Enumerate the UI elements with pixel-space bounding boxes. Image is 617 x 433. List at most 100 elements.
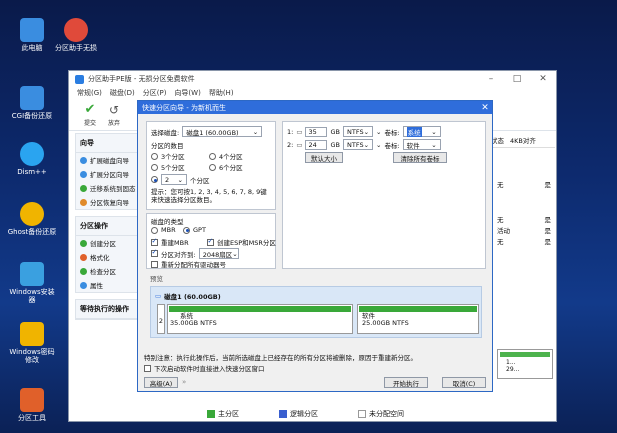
chevron-down-icon: ⌄: [431, 127, 437, 136]
opt-esp-msr[interactable]: 创建ESP和MSR分区: [207, 237, 276, 247]
minimize-icon[interactable]: –: [478, 74, 504, 84]
label-select-1[interactable]: 系统 ⌄: [402, 126, 441, 137]
discard-button[interactable]: ↺ 放弃: [107, 103, 121, 127]
type-mbr[interactable]: MBR: [151, 226, 176, 234]
count-5[interactable]: 5个分区: [151, 162, 185, 172]
fs-select-2[interactable]: NTFS ⌄: [342, 139, 373, 150]
desktop-icon-partition-assistant[interactable]: 分区助手无损: [50, 18, 102, 52]
count-6[interactable]: 6个分区: [209, 162, 243, 172]
cgi-icon: [20, 86, 44, 110]
radio-gpt[interactable]: [183, 226, 190, 234]
count-4[interactable]: 4个分区: [209, 151, 243, 161]
window-titlebar: 分区助手PE版 - 无损分区免费软件 – □ ✕: [69, 71, 556, 87]
checkbox-align[interactable]: [151, 248, 158, 257]
opt-align[interactable]: 分区对齐到: 2048扇区⌄: [151, 248, 239, 259]
mini-disk-line1: 1...: [506, 359, 516, 366]
desktop-icon-cgi[interactable]: CGI备份还原: [6, 86, 58, 120]
disk-select[interactable]: 磁盘1 (60.00GB) ⌄: [182, 126, 263, 137]
menu-general[interactable]: 常规(G): [77, 88, 102, 98]
partition-icon: [80, 170, 87, 178]
segment-system-bar: [169, 306, 351, 312]
check-icon: ✔: [84, 101, 96, 117]
desktop-icon-password[interactable]: Windows密码修改: [6, 322, 58, 364]
type-gpt[interactable]: GPT: [183, 226, 206, 234]
clear-labels-button[interactable]: 清除所有卷标: [393, 152, 447, 163]
desktop-icon-partition-tool[interactable]: 分区工具: [6, 388, 58, 422]
desktop-icon-windows-installer[interactable]: Windows安装器: [6, 262, 58, 304]
radio-custom[interactable]: [151, 176, 158, 183]
partition-row-2: 2: ▭ 24 GB NTFS ⌄ ⌄ 卷标: 软件 ⌄: [287, 139, 441, 150]
table-row[interactable]: 无是: [489, 178, 555, 189]
close-icon[interactable]: ✕: [530, 74, 556, 84]
cancel-button[interactable]: 取消(C): [442, 377, 486, 388]
desktop: 此电脑 分区助手无损 CGI备份还原 Dism++ Ghost备份还原 Wind…: [0, 0, 617, 433]
chevron-down-icon: ⌄: [363, 127, 370, 136]
tool-icon: [20, 388, 44, 412]
opt-reassign[interactable]: 重新分配所有驱动器号: [151, 259, 226, 269]
segment-system[interactable]: 系统 35.00GB NTFS: [167, 304, 353, 334]
fs-select-1[interactable]: NTFS ⌄: [342, 126, 373, 137]
table-row[interactable]: 无是: [489, 213, 555, 224]
checkbox-rebuild-mbr[interactable]: [151, 237, 158, 246]
dialog-close-icon[interactable]: ✕: [478, 103, 492, 113]
custom-count-select[interactable]: 2 ⌄: [161, 174, 187, 185]
menu-disk[interactable]: 磁盘(D): [110, 88, 135, 98]
default-size-button[interactable]: 默认大小: [305, 152, 343, 163]
preview-label: 预览: [150, 275, 163, 283]
recover-icon: [80, 198, 87, 206]
disk-preview-header: ▭ 磁盘1 (60.00GB): [155, 292, 221, 301]
checkbox-reassign[interactable]: [151, 260, 158, 268]
checkbox-auto-run[interactable]: [144, 364, 151, 372]
count-custom[interactable]: 2 ⌄ 个分区: [151, 174, 210, 185]
chevron-down-icon: ⌄: [232, 249, 238, 258]
size-input-2[interactable]: 24: [305, 139, 328, 150]
properties-icon: [80, 281, 87, 289]
menu-wizard[interactable]: 向导(W): [174, 88, 200, 98]
auto-run-option[interactable]: 下次启动软件时直接进入快速分区窗口: [144, 363, 265, 373]
drive-icon: ▭: [296, 127, 303, 136]
chevron-down-icon: ⌄: [375, 127, 382, 136]
menu-help[interactable]: 帮助(H): [209, 88, 234, 98]
checkbox-esp-msr[interactable]: [207, 237, 214, 246]
partition-row-1: 1: ▭ 35 GB NTFS ⌄ ⌄ 卷标: 系统 ⌄: [287, 126, 441, 137]
warning-text: 特别注意：执行此操作后，当前所选磁盘上已经存在的所有分区将被删除，原因于重建新分…: [144, 354, 417, 362]
partition-count-box: 选择磁盘: 磁盘1 (60.00GB) ⌄ 分区的数目 3个分区 4个分区 5个分…: [146, 121, 276, 210]
disk-index: 2: [157, 304, 165, 334]
size-input-1[interactable]: 35: [305, 126, 328, 137]
mini-disk-map[interactable]: 1... 29...: [497, 349, 553, 379]
commit-button[interactable]: ✔ 提交: [83, 101, 97, 127]
align-select[interactable]: 2048扇区 ⌄: [198, 248, 239, 259]
chevron-down-icon: ⌄: [375, 140, 382, 149]
radio-5[interactable]: [151, 163, 158, 171]
chevron-down-icon: ⌄: [252, 127, 259, 136]
desktop-icon-dism[interactable]: Dism++: [6, 142, 58, 176]
segment-software-bar: [359, 306, 477, 312]
maximize-icon[interactable]: □: [504, 74, 530, 84]
label-select-2[interactable]: 软件 ⌄: [402, 139, 441, 150]
key-icon: [20, 322, 44, 346]
table-row[interactable]: 无是: [489, 235, 555, 246]
radio-6[interactable]: [209, 163, 216, 171]
opt-rebuild-mbr[interactable]: 重建MBR: [151, 237, 189, 247]
disk-label: 选择磁盘:: [151, 128, 180, 137]
disk-icon: [80, 156, 87, 164]
segment-software[interactable]: 软件 25.00GB NTFS: [357, 304, 479, 334]
radio-3[interactable]: [151, 152, 158, 160]
advanced-button[interactable]: 高级(A): [144, 377, 178, 388]
desktop-icon-ghost[interactable]: Ghost备份还原: [6, 202, 58, 236]
radio-4[interactable]: [209, 152, 216, 160]
menu-partition[interactable]: 分区(P): [143, 88, 167, 98]
table-row[interactable]: 活动是: [489, 224, 555, 235]
legend-unallocated: 未分配空间: [358, 409, 404, 419]
partition-app-icon: [64, 18, 88, 42]
drive-icon: ▭: [296, 140, 303, 149]
menu-bar: 常规(G) 磁盘(D) 分区(P) 向导(W) 帮助(H): [69, 87, 556, 99]
start-button[interactable]: 开始执行: [384, 377, 428, 388]
double-chevron-icon[interactable]: »: [182, 378, 186, 386]
window-title: 分区助手PE版 - 无损分区免费软件: [88, 75, 195, 83]
count-3[interactable]: 3个分区: [151, 151, 185, 161]
chevron-down-icon: ⌄: [177, 175, 183, 184]
radio-mbr[interactable]: [151, 226, 158, 234]
legend: 主分区 逻辑分区 未分配空间: [207, 409, 404, 419]
dialog-titlebar: 快速分区向导 - 为新机而生 ✕: [138, 101, 492, 114]
